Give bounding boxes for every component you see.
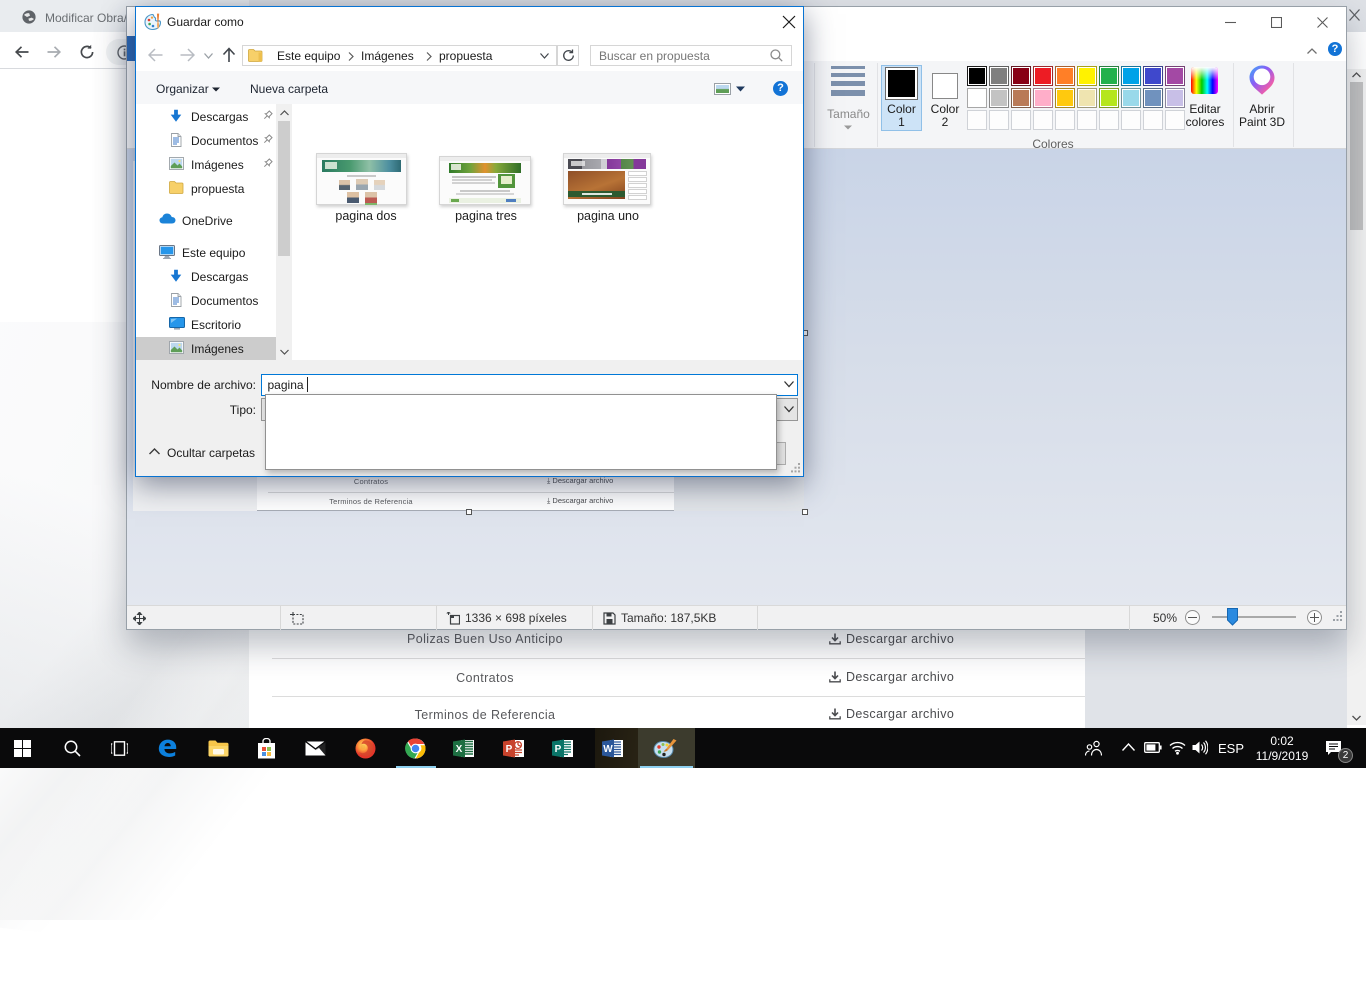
- svg-text:P: P: [506, 744, 513, 755]
- svg-text:W: W: [603, 744, 613, 755]
- svg-text:X: X: [456, 744, 463, 755]
- svg-text:P: P: [555, 744, 562, 755]
